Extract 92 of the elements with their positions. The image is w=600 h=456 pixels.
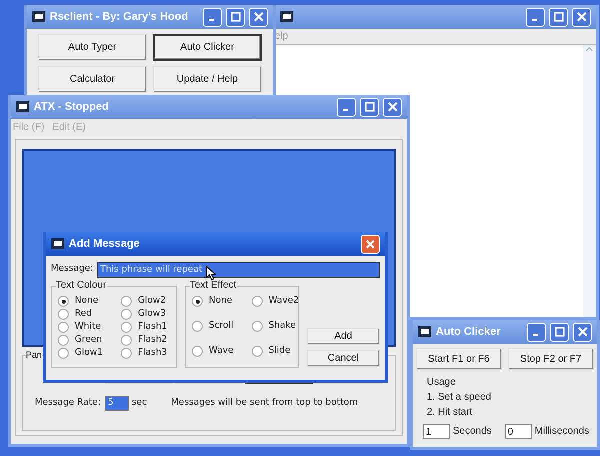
radio-label: Glow3 bbox=[138, 308, 166, 321]
push-button[interactable]: Cancel bbox=[307, 350, 380, 367]
radio-label: White bbox=[75, 321, 102, 334]
minimize-button[interactable] bbox=[337, 98, 356, 116]
maximize-button[interactable] bbox=[549, 8, 568, 26]
close-icon bbox=[576, 12, 586, 22]
usage-text: 1. Set a speed bbox=[427, 391, 492, 405]
minimize-icon bbox=[342, 109, 348, 111]
radio-button[interactable] bbox=[121, 348, 132, 360]
push-button[interactable]: Auto Typer bbox=[38, 34, 147, 61]
close-icon bbox=[254, 12, 264, 22]
radio-button[interactable] bbox=[121, 335, 132, 346]
number-field[interactable]: 1 bbox=[423, 424, 450, 439]
radio-label: Flash2 bbox=[138, 334, 168, 347]
radio-button[interactable] bbox=[252, 321, 263, 332]
info-text: Messages will be sent from top to bottom bbox=[171, 396, 358, 410]
minimize-icon bbox=[532, 334, 538, 336]
push-button[interactable]: Calculator bbox=[38, 66, 147, 93]
scrollbar[interactable] bbox=[583, 45, 596, 317]
radio-label: Glow2 bbox=[138, 295, 166, 308]
window-title: Auto Clicker bbox=[436, 324, 502, 340]
radio-button[interactable] bbox=[121, 309, 132, 320]
minimize-icon bbox=[532, 19, 536, 21]
radio-button[interactable] bbox=[58, 309, 69, 320]
radio-button[interactable] bbox=[58, 322, 69, 334]
radio-label: Shake bbox=[268, 320, 296, 333]
radio-button[interactable] bbox=[192, 346, 203, 358]
maximize-button[interactable] bbox=[550, 322, 569, 342]
push-button[interactable]: Update / Help bbox=[153, 66, 262, 93]
radio-button[interactable] bbox=[252, 346, 263, 358]
minimize-icon bbox=[208, 19, 214, 21]
panel-title: Pan bbox=[26, 350, 42, 361]
message-field[interactable]: This phrase will repeat bbox=[97, 262, 380, 278]
window-title: Add Message bbox=[69, 236, 141, 252]
radio-button[interactable] bbox=[121, 322, 132, 334]
window-icon bbox=[51, 238, 65, 250]
close-button[interactable] bbox=[573, 322, 592, 342]
usage-text: 2. Hit start bbox=[427, 406, 474, 420]
unit-label: Seconds bbox=[453, 425, 492, 439]
push-button[interactable]: Auto Clicker bbox=[153, 34, 262, 61]
scroll-up-icon bbox=[585, 45, 594, 54]
radio-button[interactable] bbox=[192, 296, 203, 308]
rate-label: Message Rate: bbox=[35, 396, 101, 410]
push-button[interactable]: Start F1 or F6 bbox=[416, 348, 502, 370]
radio-label: Glow1 bbox=[75, 347, 104, 360]
push-button[interactable]: Add bbox=[307, 328, 380, 345]
radio-button[interactable] bbox=[58, 335, 69, 346]
close-button[interactable] bbox=[572, 8, 591, 26]
maximize-icon bbox=[230, 12, 240, 22]
radio-button[interactable] bbox=[58, 348, 69, 360]
radio-button[interactable] bbox=[121, 296, 132, 308]
radio-label: Wave2 bbox=[268, 295, 300, 308]
radio-button[interactable] bbox=[58, 296, 69, 308]
radio-button[interactable] bbox=[252, 296, 263, 308]
maximize-icon bbox=[364, 102, 374, 112]
close-icon bbox=[365, 238, 376, 250]
radio-label: Wave bbox=[209, 345, 234, 358]
radio-label: Red bbox=[75, 308, 92, 321]
window-icon bbox=[280, 11, 294, 23]
radio-button[interactable] bbox=[192, 321, 203, 332]
window-title: ATX - Stopped bbox=[34, 100, 110, 115]
close-button[interactable] bbox=[361, 234, 380, 254]
maximize-button[interactable] bbox=[360, 98, 379, 116]
window-icon bbox=[32, 11, 46, 23]
minimize-button[interactable] bbox=[203, 8, 222, 26]
push-button[interactable]: Stop F2 or F7 bbox=[508, 348, 594, 370]
close-button[interactable] bbox=[383, 98, 402, 116]
rate-field[interactable]: 5 bbox=[104, 396, 129, 411]
radio-label: Slide bbox=[268, 345, 291, 358]
radio-label: Flash1 bbox=[138, 321, 168, 334]
maximize-icon bbox=[554, 12, 564, 22]
window-icon bbox=[16, 101, 30, 113]
number-field[interactable]: 0 bbox=[504, 424, 532, 439]
rate-unit: sec bbox=[132, 396, 148, 410]
radio-label: Green bbox=[75, 334, 102, 347]
close-icon bbox=[388, 102, 398, 112]
radio-label: None bbox=[75, 295, 98, 308]
close-icon bbox=[578, 327, 588, 337]
window-icon bbox=[418, 326, 432, 338]
maximize-icon bbox=[554, 327, 564, 337]
message-label: Message: bbox=[51, 263, 94, 276]
radio-label: None bbox=[209, 295, 232, 308]
unit-label: Milliseconds bbox=[534, 425, 590, 439]
radio-label: Flash3 bbox=[138, 347, 168, 360]
window-title: Rsclient - By: Gary's Hood bbox=[50, 10, 190, 25]
minimize-button[interactable] bbox=[527, 322, 546, 342]
close-button[interactable] bbox=[249, 8, 268, 26]
usage-text: Usage bbox=[427, 376, 457, 390]
maximize-button[interactable] bbox=[226, 8, 245, 26]
minimize-button[interactable] bbox=[526, 8, 545, 26]
radio-label: Scroll bbox=[209, 320, 234, 333]
cursor-icon bbox=[206, 266, 216, 281]
